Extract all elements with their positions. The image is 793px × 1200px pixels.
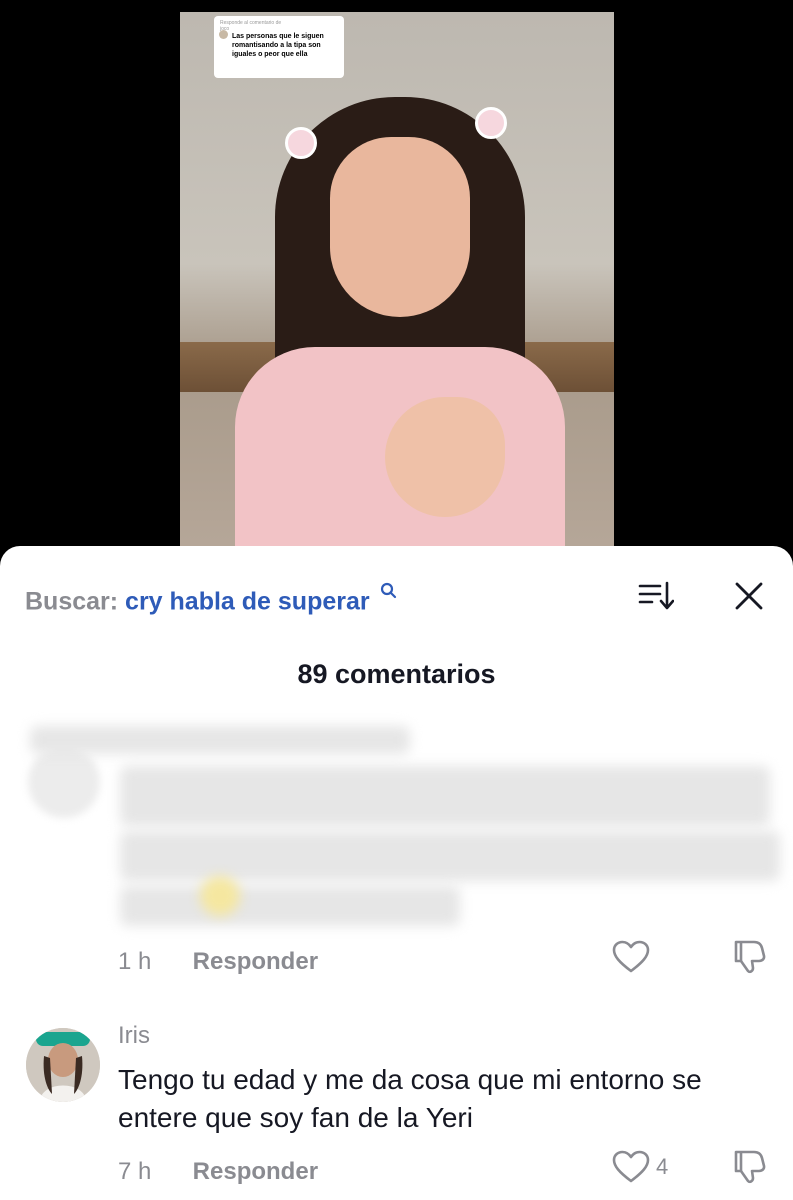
search-query-link[interactable]: cry habla de superar <box>125 587 370 615</box>
comment-time: 7 h <box>118 1158 152 1185</box>
video-person <box>235 97 565 572</box>
comments-sheet: Buscar: cry habla de superar 89 comentar… <box>0 546 793 1200</box>
reply-button[interactable]: Responder <box>193 1158 318 1185</box>
heart-icon[interactable] <box>612 940 650 974</box>
sort-icon[interactable] <box>638 580 674 612</box>
hair-clip-right <box>475 107 507 139</box>
blurred-comment <box>20 726 780 941</box>
blurred-text-line <box>120 831 780 881</box>
comment-time: 1 h <box>118 948 152 975</box>
reply-sticker-text: Las personas que le siguen romantisando … <box>232 33 324 58</box>
avatar-picture <box>26 1028 100 1102</box>
comment-count: 89 comentarios <box>297 659 496 689</box>
comment-username[interactable]: Iris <box>118 1022 150 1050</box>
person-hand <box>385 397 505 517</box>
hair-clip-left <box>285 127 317 159</box>
comment-meta-row: 7 h Responder <box>118 1158 318 1186</box>
blurred-text-line <box>120 766 770 826</box>
search-row[interactable]: Buscar: cry habla de superar <box>25 582 397 616</box>
person-face <box>330 137 470 317</box>
blurred-avatar <box>28 746 100 818</box>
heart-icon[interactable] <box>612 1150 650 1184</box>
dislike-icon[interactable] <box>730 1148 766 1184</box>
video-player[interactable]: Responde al comentario de joco Las perso… <box>180 12 614 572</box>
close-icon[interactable] <box>733 580 765 612</box>
search-label: Buscar: <box>25 587 119 616</box>
reply-sticker[interactable]: Responde al comentario de joco Las perso… <box>214 16 344 78</box>
comment-text: Tengo tu edad y me da cosa que mi entorn… <box>118 1064 702 1133</box>
blurred-emoji <box>200 876 240 916</box>
reply-button[interactable]: Responder <box>193 948 318 975</box>
blurred-username <box>30 726 410 754</box>
like-count: 4 <box>656 1154 669 1179</box>
dislike-icon[interactable] <box>730 938 766 974</box>
reply-sticker-avatar <box>219 30 228 39</box>
blurred-text-line <box>120 886 460 926</box>
search-icon[interactable] <box>379 582 397 600</box>
avatar[interactable] <box>26 1028 100 1102</box>
comment-meta-row: 1 h Responder <box>118 948 318 976</box>
